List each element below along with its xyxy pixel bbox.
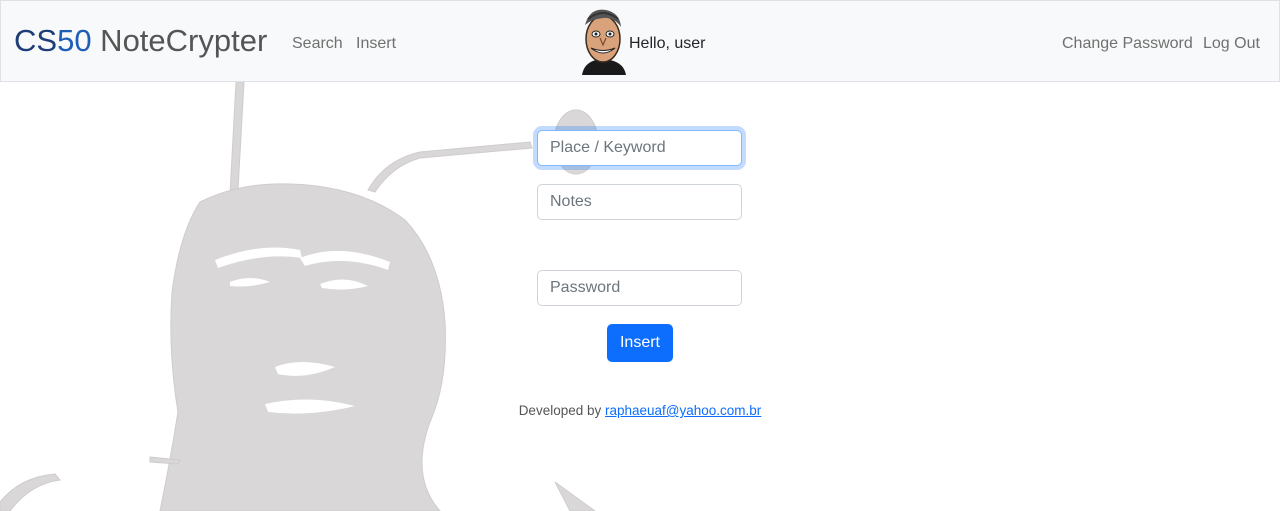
insert-submit-button[interactable]: Insert	[607, 324, 673, 362]
top-navbar: CS50 NoteCrypter Search Insert Hello, us…	[0, 0, 1280, 82]
brand-logo-link[interactable]: CS50 NoteCrypter	[14, 21, 267, 61]
nav-insert-link[interactable]: Insert	[356, 34, 396, 54]
place-keyword-input[interactable]	[537, 130, 742, 166]
notes-input[interactable]	[537, 184, 742, 220]
footer: Developed by raphaeuaf@yahoo.com.br	[0, 403, 1280, 418]
nav-change-password-link[interactable]: Change Password	[1062, 34, 1193, 54]
user-avatar-image	[582, 9, 626, 75]
password-input[interactable]	[537, 270, 742, 306]
developer-email-link[interactable]: raphaeuaf@yahoo.com.br	[605, 403, 761, 418]
brand-text-notecrypter: NoteCrypter	[91, 23, 268, 58]
footer-prefix: Developed by	[518, 403, 605, 418]
brand-text-50: 50	[57, 23, 92, 58]
greeting-text: Hello, user	[629, 35, 706, 52]
nav-search-link[interactable]: Search	[292, 34, 343, 54]
brand-text-cs: CS	[14, 23, 58, 58]
nav-log-out-link[interactable]: Log Out	[1203, 34, 1260, 54]
background-illustration	[0, 82, 599, 511]
